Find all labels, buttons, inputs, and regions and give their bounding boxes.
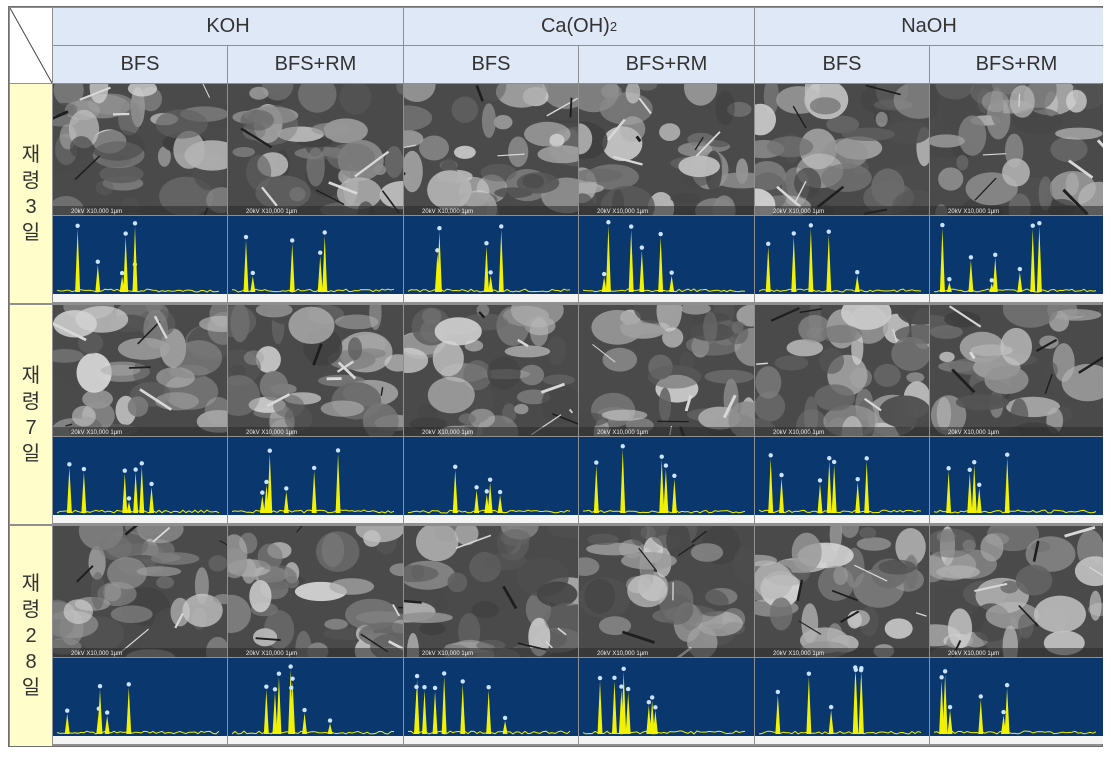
- sem-scale-caption: 20kV X10,000 1μm: [597, 209, 648, 215]
- sem-micrograph: 20kV X10,000 1μm: [53, 84, 227, 215]
- col-header: BFS: [755, 46, 929, 83]
- sem-scale-caption: 20kV X10,000 1μm: [773, 430, 824, 436]
- age-label: 재 령 2 8 일: [10, 526, 52, 746]
- sem-micrograph: 20kV X10,000 1μm: [579, 84, 754, 215]
- col-header: BFS+RM: [228, 46, 403, 83]
- eds-spectrum: [579, 437, 754, 523]
- sem-micrograph: 20kV X10,000 1μm: [53, 305, 227, 436]
- sem-scale-caption: 20kV X10,000 1μm: [948, 209, 999, 215]
- header-koh: KOH: [53, 8, 403, 45]
- eds-spectrum: [930, 437, 1103, 523]
- col-header: BFS: [404, 46, 578, 83]
- eds-spectrum: [53, 437, 227, 523]
- eds-spectrum: [930, 216, 1103, 302]
- sem-scale-caption: 20kV X10,000 1μm: [246, 651, 297, 657]
- corner-cell: [9, 7, 53, 84]
- sem-micrograph: 20kV X10,000 1μm: [755, 305, 929, 436]
- sem-scale-caption: 20kV X10,000 1μm: [71, 430, 122, 436]
- col-header: BFS+RM: [579, 46, 754, 83]
- sem-scale-caption: 20kV X10,000 1μm: [246, 430, 297, 436]
- sem-scale-caption: 20kV X10,000 1μm: [246, 209, 297, 215]
- eds-spectrum: [228, 437, 403, 523]
- sem-micrograph: 20kV X10,000 1μm: [930, 526, 1103, 657]
- eds-spectrum: [755, 216, 929, 302]
- sem-micrograph: 20kV X10,000 1μm: [228, 84, 403, 215]
- sem-micrograph: 20kV X10,000 1μm: [930, 305, 1103, 436]
- eds-spectrum: [579, 658, 754, 744]
- sem-micrograph: 20kV X10,000 1μm: [579, 526, 754, 657]
- sem-micrograph: 20kV X10,000 1μm: [53, 526, 227, 657]
- sem-scale-caption: 20kV X10,000 1μm: [422, 209, 473, 215]
- sem-micrograph: 20kV X10,000 1μm: [228, 305, 403, 436]
- sem-scale-caption: 20kV X10,000 1μm: [773, 651, 824, 657]
- sem-micrograph: 20kV X10,000 1μm: [228, 526, 403, 657]
- eds-spectrum: [404, 658, 578, 744]
- sem-scale-caption: 20kV X10,000 1μm: [71, 209, 122, 215]
- sem-scale-caption: 20kV X10,000 1μm: [948, 430, 999, 436]
- sem-micrograph: 20kV X10,000 1μm: [755, 526, 929, 657]
- sem-scale-caption: 20kV X10,000 1μm: [422, 430, 473, 436]
- age-label: 재 령 7 일: [10, 305, 52, 524]
- figure-table: KOH Ca(OH) 2 NaOH BFS BFS+RM BFS BFS+RM B…: [8, 6, 1103, 747]
- sem-scale-caption: 20kV X10,000 1μm: [597, 651, 648, 657]
- eds-spectrum: [579, 216, 754, 302]
- eds-spectrum: [53, 216, 227, 302]
- sem-scale-caption: 20kV X10,000 1μm: [948, 651, 999, 657]
- eds-spectrum: [228, 216, 403, 302]
- header-naoh: NaOH: [755, 8, 1103, 45]
- col-header: BFS+RM: [930, 46, 1103, 83]
- eds-spectrum: [404, 437, 578, 523]
- eds-spectrum: [930, 658, 1103, 744]
- eds-spectrum: [755, 658, 929, 744]
- sem-micrograph: 20kV X10,000 1μm: [579, 305, 754, 436]
- header-caoh2: Ca(OH) 2: [404, 8, 754, 45]
- eds-spectrum: [53, 658, 227, 744]
- sem-scale-caption: 20kV X10,000 1μm: [422, 651, 473, 657]
- eds-spectrum: [404, 216, 578, 302]
- sem-scale-caption: 20kV X10,000 1μm: [773, 209, 824, 215]
- sem-scale-caption: 20kV X10,000 1μm: [71, 651, 122, 657]
- age-label: 재 령 3 일: [10, 84, 52, 303]
- eds-spectrum: [755, 437, 929, 523]
- sem-micrograph: 20kV X10,000 1μm: [404, 526, 578, 657]
- eds-spectrum: [228, 658, 403, 744]
- col-header: BFS: [53, 46, 227, 83]
- sem-micrograph: 20kV X10,000 1μm: [755, 84, 929, 215]
- sem-micrograph: 20kV X10,000 1μm: [404, 305, 578, 436]
- sem-micrograph: 20kV X10,000 1μm: [930, 84, 1103, 215]
- sem-micrograph: 20kV X10,000 1μm: [404, 84, 578, 215]
- sem-scale-caption: 20kV X10,000 1μm: [597, 430, 648, 436]
